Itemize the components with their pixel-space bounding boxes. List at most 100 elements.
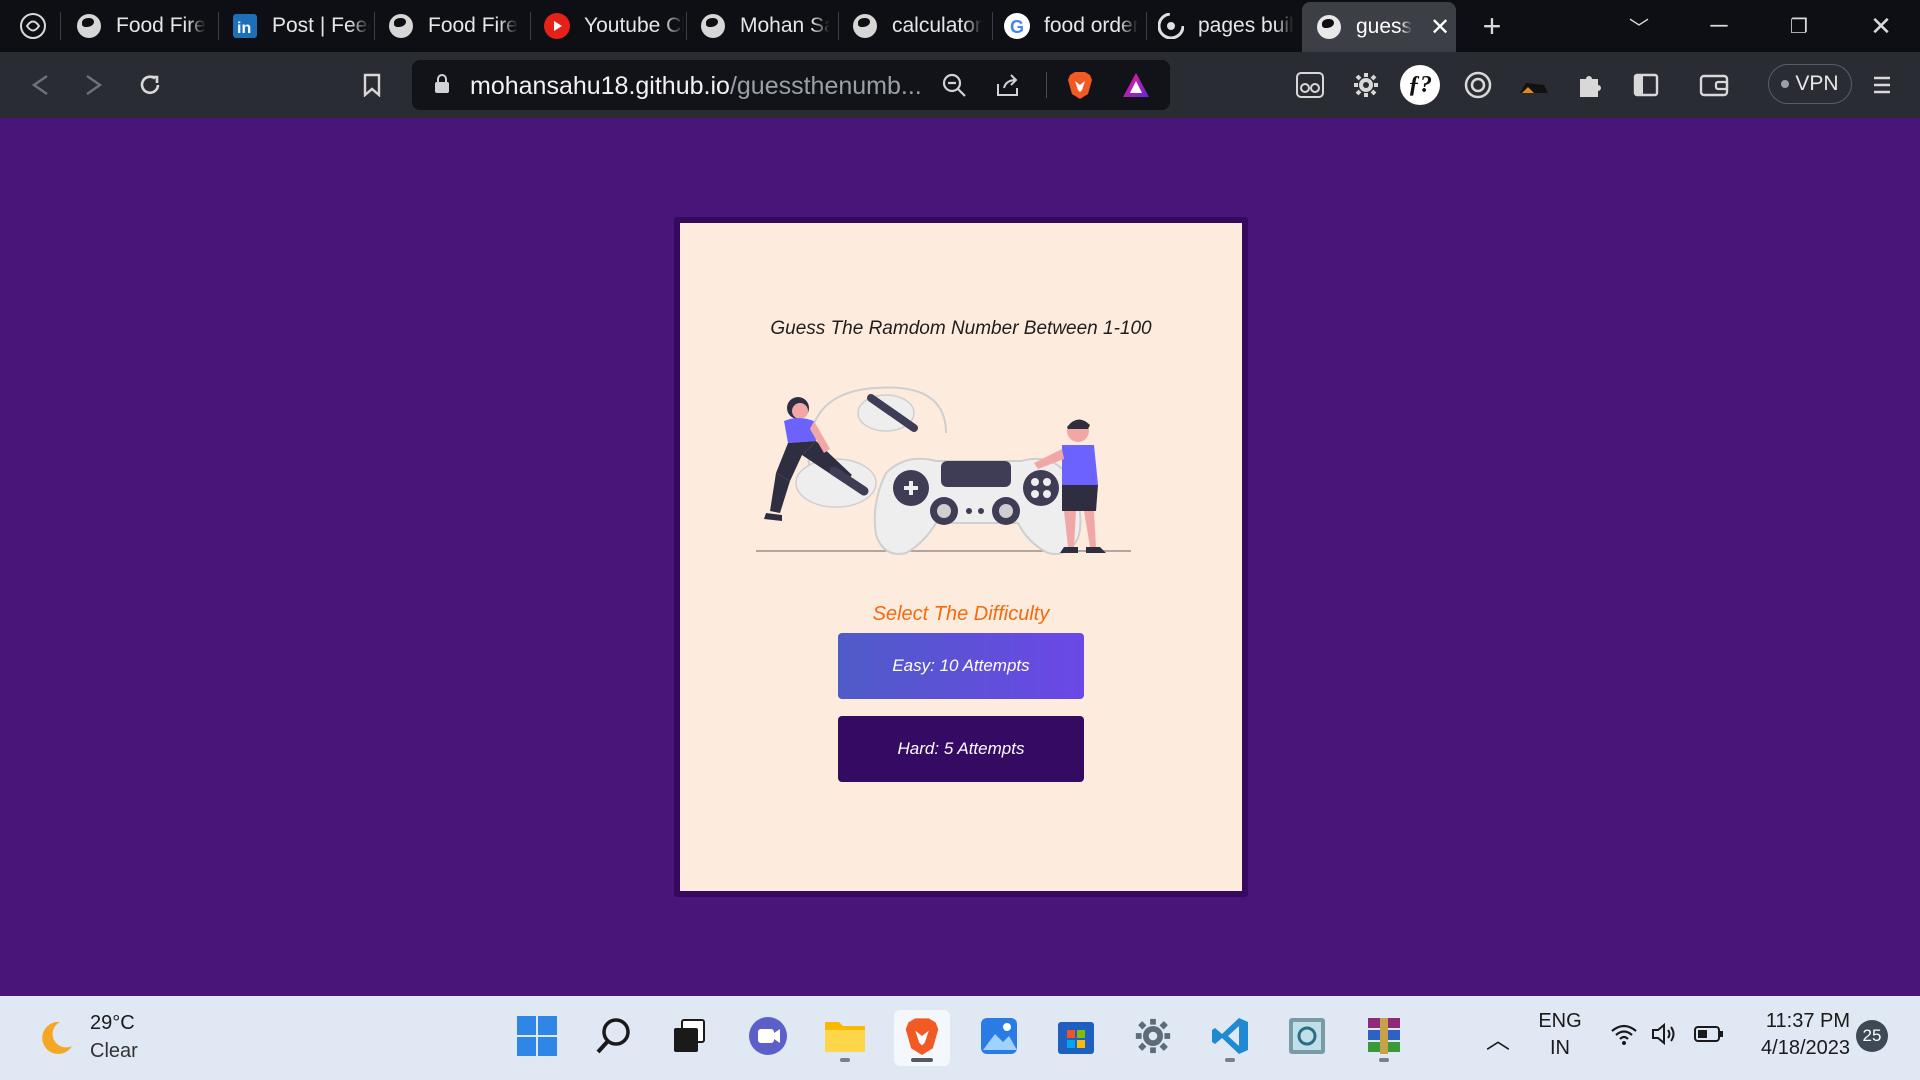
- forward-button[interactable]: [74, 65, 114, 105]
- tab-separator: [218, 12, 219, 40]
- vpn-label: VPN: [1795, 72, 1839, 95]
- tab-food-fire-2[interactable]: Food Fire: [388, 6, 528, 46]
- target-extension-icon[interactable]: [1458, 65, 1498, 105]
- winrar-button[interactable]: [1356, 1010, 1412, 1066]
- brave-browser-button[interactable]: [894, 1010, 950, 1066]
- globe-icon: [388, 13, 414, 39]
- extensions-puzzle-icon[interactable]: [1570, 65, 1610, 105]
- page-viewport: Guess The Ramdom Number Between 1-100 Se…: [0, 118, 1920, 996]
- address-divider: [1046, 72, 1047, 98]
- game-card: Guess The Ramdom Number Between 1-100 Se…: [674, 217, 1248, 897]
- store-icon: [1056, 1016, 1096, 1061]
- tab-title: Post | Feed: [272, 14, 370, 37]
- new-tab-button[interactable]: +: [1458, 0, 1526, 52]
- teams-chat-icon: [747, 1015, 789, 1062]
- tab-title: guess: [1356, 15, 1413, 38]
- language-indicator[interactable]: ENG IN: [1536, 1010, 1584, 1060]
- settings-button[interactable]: [1125, 1010, 1181, 1066]
- file-explorer-button[interactable]: [817, 1010, 873, 1066]
- tab-calculator[interactable]: calculator: [852, 6, 982, 46]
- winrar-icon: [1364, 1016, 1404, 1061]
- folder-icon: [823, 1016, 867, 1061]
- settings-gear-icon: [1133, 1016, 1173, 1061]
- volume-icon[interactable]: [1650, 1022, 1678, 1052]
- sidebar-toggle-icon[interactable]: [1626, 65, 1666, 105]
- tab-separator: [686, 12, 687, 40]
- github-icon: [1158, 13, 1184, 39]
- close-tab-icon[interactable]: ✕: [1430, 13, 1450, 42]
- tab-pages-build[interactable]: pages build: [1158, 6, 1294, 46]
- vscode-icon: [1210, 1016, 1250, 1061]
- notification-badge[interactable]: 25: [1856, 1020, 1888, 1052]
- whatfont-icon[interactable]: ƒ?: [1400, 65, 1440, 105]
- close-window-button[interactable]: ✕: [1846, 0, 1916, 52]
- vpn-button[interactable]: VPN: [1768, 64, 1852, 104]
- tab-title: Food Fire: [116, 14, 206, 37]
- remote-app-icon: [1287, 1016, 1327, 1061]
- brave-rewards-icon[interactable]: [1120, 69, 1152, 101]
- running-indicator: [840, 1058, 850, 1062]
- url-host: mohansahu18.github.io: [470, 72, 730, 100]
- battery-icon[interactable]: [1694, 1024, 1724, 1050]
- tab-linkedin[interactable]: in Post | Feed: [232, 6, 370, 46]
- openai-icon: [20, 13, 46, 39]
- globe-icon: [1316, 14, 1342, 40]
- microsoft-store-button[interactable]: [1048, 1010, 1104, 1066]
- tab-title: food order: [1044, 14, 1138, 37]
- browser-toolbar: mohansahu18.github.io/guessthenumb... ƒ?: [0, 52, 1920, 118]
- tab-separator: [1146, 12, 1147, 40]
- zoom-out-icon[interactable]: [938, 69, 970, 101]
- wifi-icon[interactable]: [1610, 1022, 1638, 1052]
- globe-icon: [852, 13, 878, 39]
- wallet-icon[interactable]: [1694, 65, 1734, 105]
- task-view-button[interactable]: [662, 1010, 718, 1066]
- weather-temperature[interactable]: 29°C: [90, 1012, 135, 1035]
- tab-separator: [838, 12, 839, 40]
- restore-button[interactable]: ❐: [1764, 0, 1834, 52]
- start-button[interactable]: [509, 1010, 565, 1066]
- running-indicator: [1225, 1058, 1235, 1062]
- tab-guess-active[interactable]: guess ✕: [1302, 2, 1456, 52]
- tab-title: Mohan Sahu: [740, 14, 830, 37]
- moon-weather-icon: [36, 1018, 76, 1058]
- tab-food-order[interactable]: G food order: [1004, 6, 1138, 46]
- google-icon: G: [1004, 13, 1030, 39]
- share-icon[interactable]: [992, 69, 1024, 101]
- lock-icon: [434, 74, 450, 99]
- search-button[interactable]: [586, 1010, 642, 1066]
- minimize-button[interactable]: ─: [1684, 0, 1754, 52]
- teams-chat-button[interactable]: [740, 1010, 796, 1066]
- tab-title: calculator: [892, 14, 982, 37]
- tab-separator: [374, 12, 375, 40]
- tab-search-chevron-icon[interactable]: ﹀: [1604, 0, 1674, 52]
- photos-button[interactable]: [971, 1010, 1027, 1066]
- remote-app-button[interactable]: [1279, 1010, 1335, 1066]
- bookmark-icon[interactable]: [352, 65, 392, 105]
- gear-extension-icon[interactable]: [1346, 65, 1386, 105]
- vpn-status-dot-icon: [1781, 80, 1790, 88]
- vscode-button[interactable]: [1202, 1010, 1258, 1066]
- globe-icon: [700, 13, 726, 39]
- dark-extension-icon[interactable]: [1514, 65, 1554, 105]
- openai-icon-tab[interactable]: [20, 6, 50, 46]
- tab-mohan-sahu[interactable]: Mohan Sahu: [700, 6, 830, 46]
- clock-date: 4/18/2023: [1761, 1037, 1850, 1059]
- clock[interactable]: 11:37 PM 4/18/2023: [1740, 1010, 1850, 1060]
- url-text: mohansahu18.github.io/guessthenumb...: [470, 72, 922, 101]
- difficulty-heading: Select The Difficulty: [872, 603, 1050, 625]
- weather-condition[interactable]: Clear: [90, 1040, 138, 1063]
- svg-text:in: in: [237, 20, 251, 37]
- tab-food-fire-1[interactable]: Food Fire: [76, 6, 216, 46]
- show-hidden-icons-chevron-icon[interactable]: ︿: [1486, 1020, 1510, 1055]
- tab-youtube[interactable]: Youtube Clone: [544, 6, 684, 46]
- back-button[interactable]: [20, 65, 60, 105]
- easy-mode-button[interactable]: Easy: 10 Attempts: [838, 633, 1084, 699]
- brave-shields-icon[interactable]: [1064, 69, 1096, 101]
- hard-mode-button[interactable]: Hard: 5 Attempts: [838, 716, 1084, 782]
- language-code: ENG: [1538, 1010, 1582, 1032]
- search-icon: [594, 1016, 634, 1061]
- reader-mode-icon[interactable]: [1290, 65, 1330, 105]
- reload-button[interactable]: [130, 65, 170, 105]
- menu-hamburger-icon[interactable]: [1862, 65, 1902, 105]
- address-bar[interactable]: mohansahu18.github.io/guessthenumb...: [412, 60, 1170, 110]
